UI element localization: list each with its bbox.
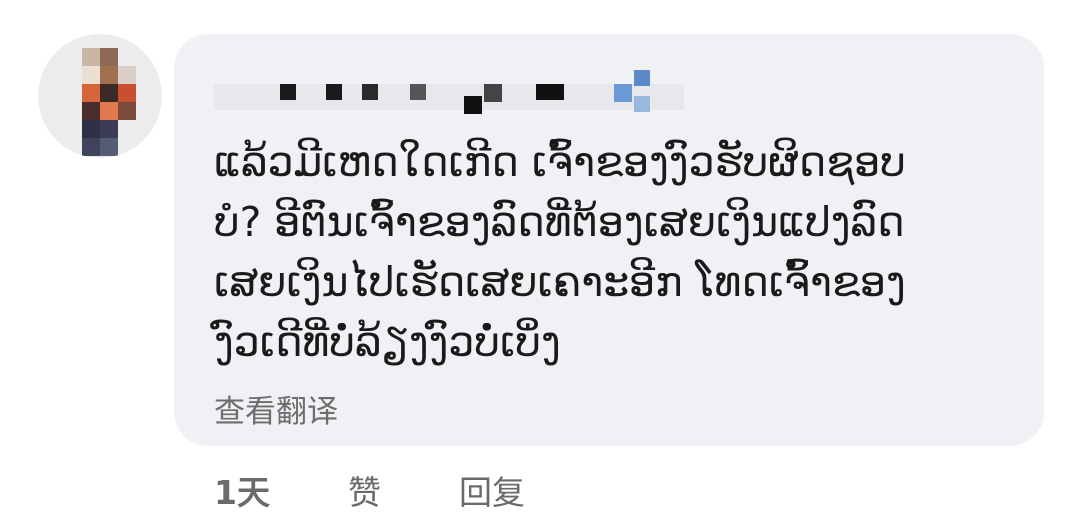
- comment-actions: 1天 赞 回复: [214, 466, 525, 514]
- comment-text: ແລ້ວມີເຫດໃດເກີດ ເຈົ້າຂອງງົວຮັບຜິດຊອບ ບໍ?…: [214, 138, 906, 366]
- user-avatar[interactable]: [38, 34, 162, 158]
- reply-button[interactable]: 回复: [459, 466, 525, 514]
- comment-time: 1天: [214, 473, 270, 512]
- translate-link[interactable]: 查看翻译: [214, 386, 338, 431]
- like-button[interactable]: 赞: [348, 466, 381, 514]
- username-redacted[interactable]: [214, 70, 684, 114]
- comment-bubble: ແລ້ວມີເຫດໃດເກີດ ເຈົ້າຂອງງົວຮັບຜິດຊອບ ບໍ?…: [174, 34, 1044, 446]
